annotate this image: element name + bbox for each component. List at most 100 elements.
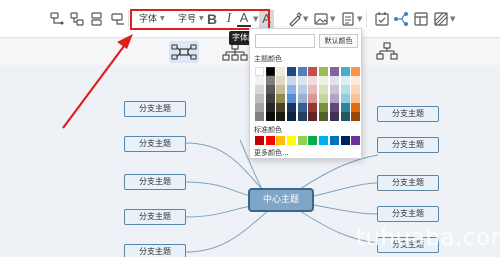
theme-color-swatch[interactable] [329, 67, 339, 76]
theme-color-swatch[interactable] [276, 76, 286, 85]
theme-color-swatch[interactable] [351, 103, 361, 112]
theme-color-swatch[interactable] [255, 94, 264, 103]
theme-color-swatch[interactable] [340, 94, 350, 103]
theme-color-swatch[interactable] [319, 112, 329, 121]
theme-color-swatch[interactable] [308, 85, 318, 94]
theme-color-swatch[interactable] [265, 112, 275, 121]
theme-color-swatch[interactable] [276, 103, 286, 112]
theme-color-swatch[interactable] [308, 103, 318, 112]
insert-subtopic-button[interactable] [69, 11, 85, 27]
theme-color-swatch[interactable] [265, 85, 275, 94]
theme-color-swatch[interactable] [351, 112, 361, 121]
branch-topic-node[interactable]: 分支主题 [377, 106, 439, 122]
standard-color-swatch[interactable] [308, 136, 318, 145]
theme-color-swatch[interactable] [340, 112, 350, 121]
insert-note-button[interactable] [340, 11, 356, 27]
theme-color-swatch[interactable] [351, 76, 361, 85]
insert-topic-button[interactable] [49, 11, 65, 27]
chevron-down-icon[interactable]: ▼ [357, 14, 363, 24]
theme-color-swatch[interactable] [329, 76, 339, 85]
standard-color-swatch[interactable] [265, 136, 275, 145]
theme-color-swatch[interactable] [351, 85, 361, 94]
theme-color-swatch[interactable] [319, 103, 329, 112]
branch-topic-node[interactable]: 分支主题 [377, 175, 439, 191]
theme-color-swatch[interactable] [255, 112, 264, 121]
theme-color-swatch[interactable] [340, 67, 350, 76]
layout-tree-button[interactable] [372, 41, 402, 63]
theme-color-swatch[interactable] [297, 76, 307, 85]
standard-color-swatch[interactable] [276, 136, 286, 145]
standard-color-swatch[interactable] [319, 136, 329, 145]
theme-color-swatch[interactable] [319, 94, 329, 103]
theme-color-swatch[interactable] [265, 76, 275, 85]
theme-color-swatch[interactable] [319, 85, 329, 94]
theme-color-swatch[interactable] [329, 103, 339, 112]
theme-color-swatch[interactable] [351, 67, 361, 76]
standard-color-swatch[interactable] [255, 136, 264, 145]
theme-color-swatch[interactable] [276, 94, 286, 103]
theme-color-swatch[interactable] [287, 85, 297, 94]
branch-topic-node[interactable]: 分支主题 [124, 209, 186, 225]
theme-color-swatch[interactable] [276, 112, 286, 121]
style-button[interactable] [433, 11, 449, 27]
summary-button[interactable] [413, 11, 429, 27]
theme-color-swatch[interactable] [287, 67, 297, 76]
theme-color-swatch[interactable] [319, 67, 329, 76]
theme-color-swatch[interactable] [297, 85, 307, 94]
branch-topic-node[interactable]: 分支主题 [124, 244, 186, 257]
theme-color-swatch[interactable] [287, 103, 297, 112]
task-button[interactable] [374, 11, 390, 27]
theme-color-swatch[interactable] [308, 76, 318, 85]
theme-color-swatch[interactable] [297, 112, 307, 121]
theme-color-swatch[interactable] [329, 85, 339, 94]
theme-color-swatch[interactable] [351, 94, 361, 103]
theme-color-swatch[interactable] [340, 103, 350, 112]
theme-color-swatch[interactable] [287, 112, 297, 121]
theme-color-swatch[interactable] [287, 76, 297, 85]
theme-color-swatch[interactable] [297, 67, 307, 76]
relationship-button[interactable] [393, 11, 409, 27]
theme-color-swatch[interactable] [265, 67, 275, 76]
standard-color-swatch[interactable] [329, 136, 339, 145]
standard-color-swatch[interactable] [297, 136, 307, 145]
chevron-down-icon[interactable]: ▼ [450, 14, 456, 24]
theme-color-swatch[interactable] [287, 94, 297, 103]
theme-color-swatch[interactable] [276, 85, 286, 94]
standard-color-swatch[interactable] [351, 136, 361, 145]
default-color-button[interactable]: 默认颜色 [319, 34, 358, 48]
theme-color-swatch[interactable] [340, 76, 350, 85]
center-topic-node[interactable]: 中心主题 [248, 188, 314, 212]
theme-color-swatch[interactable] [308, 67, 318, 76]
standard-color-swatch[interactable] [340, 136, 350, 145]
theme-color-swatch[interactable] [255, 76, 264, 85]
branch-topic-node[interactable]: 分支主题 [377, 137, 439, 153]
theme-color-swatch[interactable] [340, 85, 350, 94]
layout-mindmap-button[interactable] [169, 41, 199, 63]
branch-topic-node[interactable]: 分支主题 [124, 136, 186, 152]
more-colors-link[interactable]: 更多颜色... [254, 149, 289, 158]
theme-color-swatch[interactable] [265, 103, 275, 112]
theme-color-swatch[interactable] [329, 112, 339, 121]
insert-image-button[interactable] [313, 11, 329, 27]
theme-color-swatch[interactable] [255, 103, 264, 112]
theme-color-swatch[interactable] [297, 94, 307, 103]
theme-color-swatch[interactable] [265, 94, 275, 103]
chevron-down-icon[interactable]: ▼ [330, 14, 336, 24]
theme-color-swatch[interactable] [308, 112, 318, 121]
insert-sibling-button[interactable] [89, 11, 105, 27]
theme-color-swatch[interactable] [308, 94, 318, 103]
theme-color-swatch[interactable] [319, 76, 329, 85]
branch-topic-node[interactable]: 分支主题 [124, 174, 186, 190]
branch-topic-node[interactable]: 分支主题 [377, 206, 439, 222]
theme-color-swatch[interactable] [329, 94, 339, 103]
insert-floating-button[interactable] [110, 11, 126, 27]
standard-color-swatch[interactable] [287, 136, 297, 145]
theme-color-swatch[interactable] [297, 103, 307, 112]
theme-color-swatch[interactable] [255, 67, 264, 76]
theme-color-swatch[interactable] [255, 85, 264, 94]
chevron-down-icon[interactable]: ▼ [303, 14, 309, 24]
branch-topic-node[interactable]: 分支主题 [124, 101, 186, 117]
line-style-button[interactable] [287, 11, 303, 27]
hex-color-input[interactable] [255, 34, 315, 48]
theme-color-swatch[interactable] [276, 67, 286, 76]
